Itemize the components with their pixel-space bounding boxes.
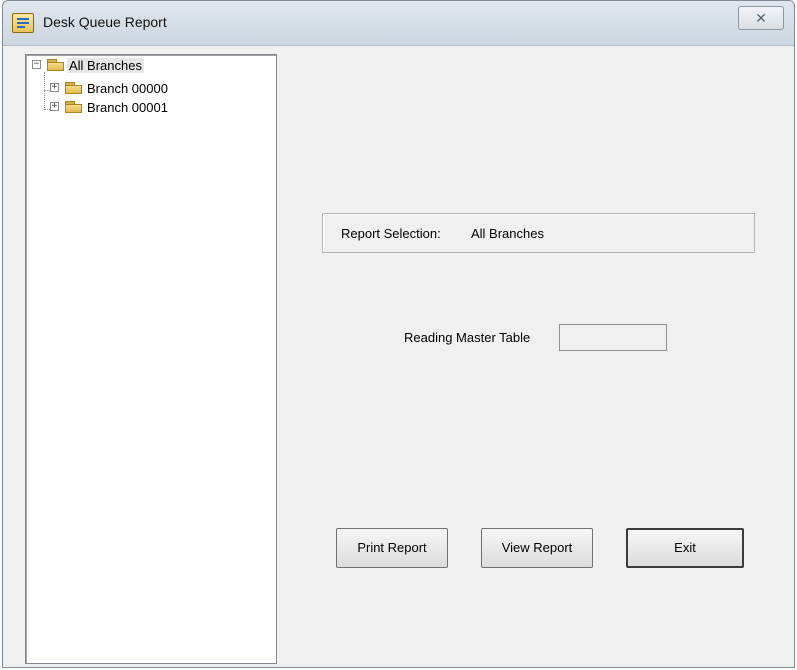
tree-node-label: Branch 00000 xyxy=(87,81,168,96)
reading-master-table-label: Reading Master Table xyxy=(404,330,531,345)
desk-queue-report-window: Desk Queue Report ✕ − All Branches + Bra… xyxy=(2,0,795,668)
tree-node-all-branches[interactable]: − All Branches xyxy=(26,57,226,75)
view-report-button[interactable]: View Report xyxy=(481,528,593,568)
folder-icon xyxy=(65,82,83,94)
folder-icon xyxy=(47,59,65,71)
tree-node-label: Branch 00001 xyxy=(87,100,168,115)
exit-button[interactable]: Exit xyxy=(626,528,744,568)
print-report-button[interactable]: Print Report xyxy=(336,528,448,568)
close-button[interactable]: ✕ xyxy=(738,6,784,30)
report-selection-panel: Report Selection: All Branches xyxy=(322,213,755,253)
tree-node-branch-00001[interactable]: + Branch 00001 xyxy=(26,99,246,117)
report-selection-value: All Branches xyxy=(471,226,544,241)
title-bar[interactable]: Desk Queue Report ✕ xyxy=(3,1,794,46)
tree-node-label: All Branches xyxy=(67,58,144,73)
expand-icon[interactable]: + xyxy=(50,102,59,111)
report-icon xyxy=(12,13,34,33)
client-area: − All Branches + Branch 00000 + Branch 0… xyxy=(9,48,788,664)
expand-icon[interactable]: + xyxy=(50,83,59,92)
report-selection-label: Report Selection: xyxy=(341,226,441,241)
branch-tree[interactable]: − All Branches + Branch 00000 + Branch 0… xyxy=(25,54,277,664)
reading-master-table-field xyxy=(559,324,667,351)
folder-icon xyxy=(65,101,83,113)
collapse-icon[interactable]: − xyxy=(32,60,41,69)
window-title: Desk Queue Report xyxy=(43,14,167,30)
tree-node-branch-00000[interactable]: + Branch 00000 xyxy=(26,80,246,98)
close-icon: ✕ xyxy=(755,10,767,26)
